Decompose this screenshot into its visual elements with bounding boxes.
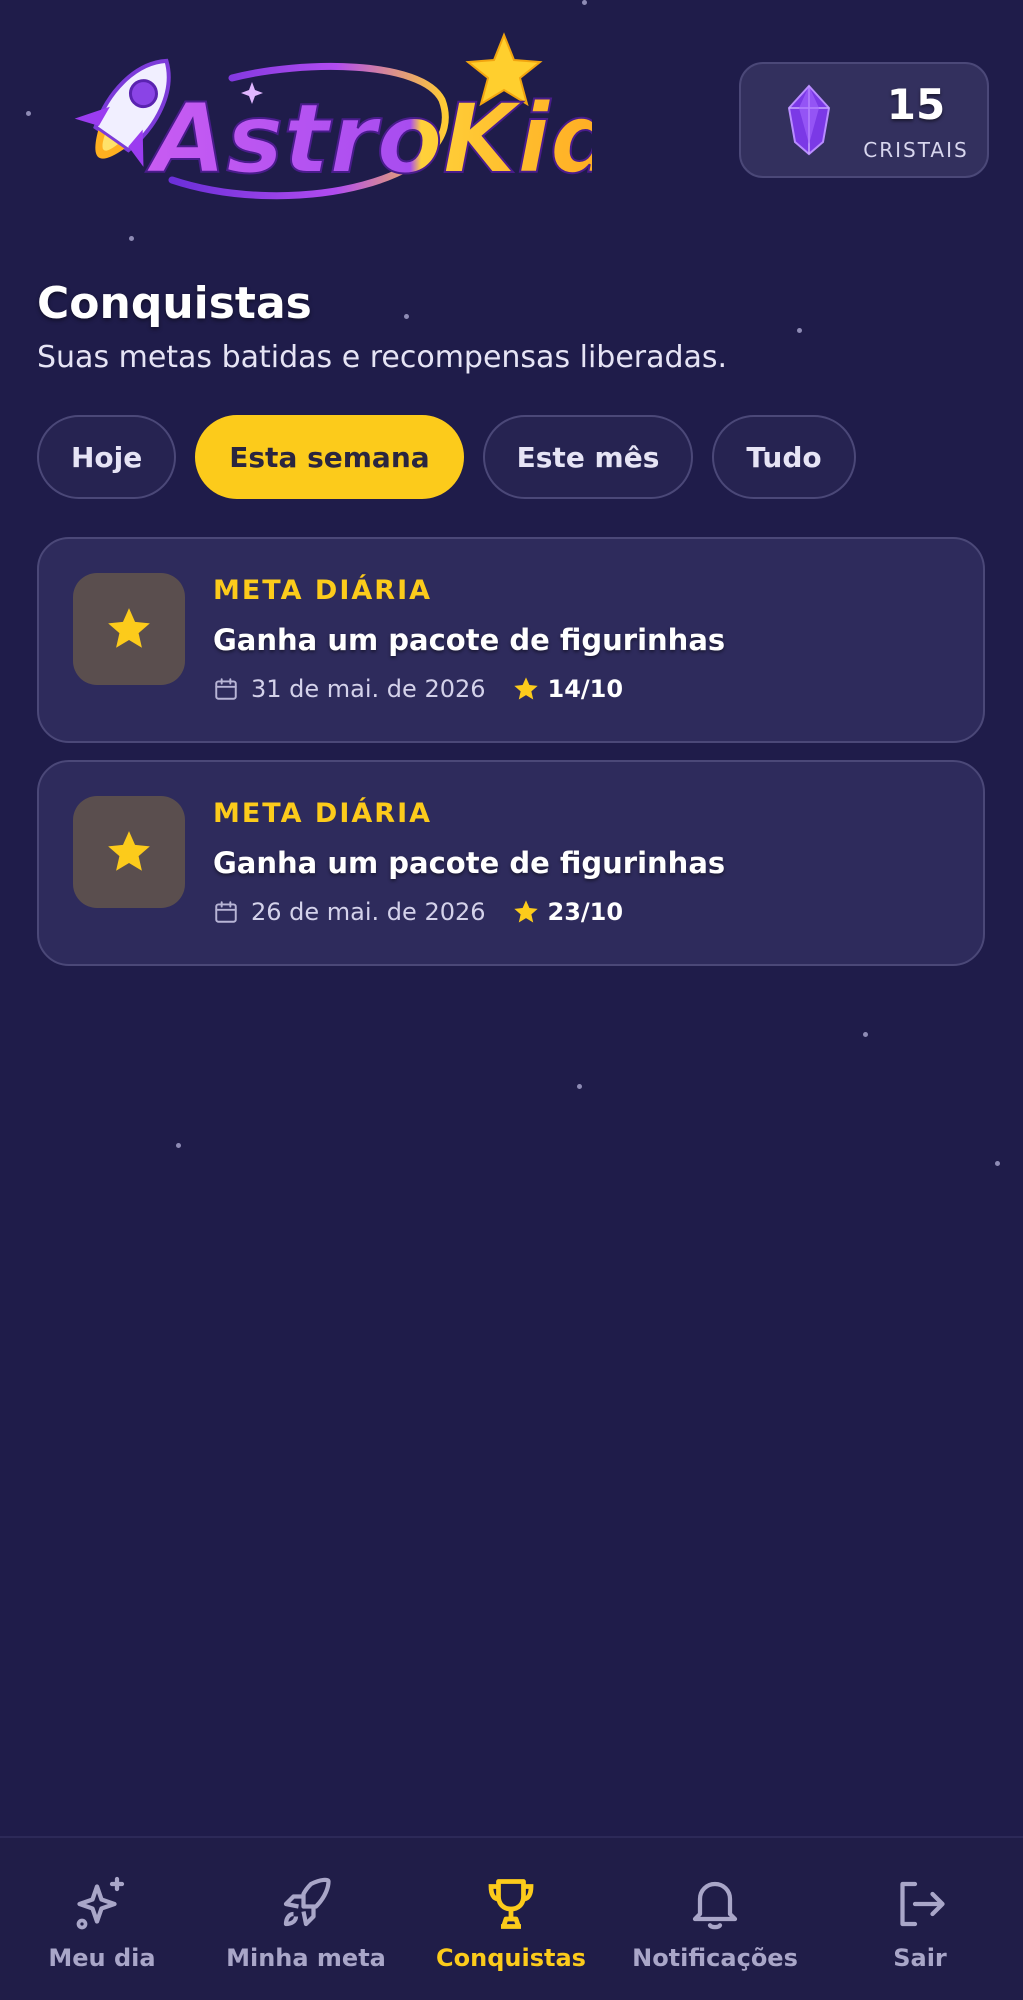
achievement-kind: META DIÁRIA — [213, 575, 433, 606]
achievement-score: 14/10 — [547, 675, 624, 703]
nav-label: Conquistas — [436, 1944, 586, 1972]
background-star — [582, 0, 587, 5]
crystal-count: 15 — [886, 80, 946, 129]
background-star — [129, 236, 134, 241]
star-icon — [513, 900, 538, 923]
achievement-date: 31 de mai. de 2026 — [251, 675, 486, 703]
achievement-date: 26 de mai. de 2026 — [251, 898, 486, 926]
background-star — [577, 1084, 582, 1089]
background-star — [404, 314, 409, 319]
background-star — [863, 1032, 868, 1037]
logo-graphic: AstroKids — [74, 32, 677, 200]
background-star — [797, 328, 802, 333]
nav-label: Notificações — [632, 1944, 798, 1972]
star-icon — [108, 831, 150, 871]
background-star — [26, 111, 31, 116]
sparkles-icon — [76, 1876, 125, 1930]
achievement-meta: 31 de mai. de 2026 14/10 — [213, 675, 623, 703]
nav-item-meu-dia[interactable]: Meu dia — [0, 1838, 204, 2000]
achievement-kind: META DIÁRIA — [213, 798, 433, 829]
trophy-icon — [488, 1879, 534, 1929]
calendar-icon — [215, 901, 237, 923]
achievement-title: Ganha um pacote de figurinhas — [213, 846, 726, 880]
achievement-badge — [73, 796, 185, 908]
crystal-icon — [787, 84, 831, 156]
achievement-meta: 26 de mai. de 2026 23/10 — [213, 898, 623, 926]
page-subtitle: Suas metas batidas e recompensas liberad… — [37, 340, 728, 375]
achievement-score: 23/10 — [547, 898, 624, 926]
rocket-icon — [283, 1877, 331, 1927]
page-title: Conquistas — [37, 278, 312, 329]
filter-today[interactable]: Hoje — [37, 415, 177, 499]
logo-wordmark: AstroKids — [145, 83, 592, 195]
achievement-card[interactable]: META DIÁRIA Ganha um pacote de figurinha… — [37, 537, 985, 743]
background-star — [176, 1143, 181, 1148]
nav-label: Meu dia — [48, 1944, 156, 1972]
crystal-counter[interactable]: 15 CRISTAIS — [739, 62, 989, 178]
achievement-badge — [73, 573, 185, 685]
logout-icon — [900, 1881, 945, 1927]
calendar-icon — [215, 678, 237, 700]
bottom-nav: Meu dia Minha meta Conquistas Notificaçõ… — [0, 1836, 1023, 2000]
star-icon — [108, 608, 150, 648]
bell-icon — [692, 1881, 738, 1930]
star-icon — [513, 677, 538, 700]
nav-label: Sair — [893, 1944, 947, 1972]
background-star — [995, 1161, 1000, 1166]
nav-label: Minha meta — [226, 1944, 386, 1972]
nav-item-notificacoes[interactable]: Notificações — [613, 1838, 817, 2000]
astrokids-logo: AstroKids — [52, 30, 677, 210]
achievement-card[interactable]: META DIÁRIA Ganha um pacote de figurinha… — [37, 760, 985, 966]
nav-item-minha-meta[interactable]: Minha meta — [204, 1838, 408, 2000]
nav-item-sair[interactable]: Sair — [818, 1838, 1022, 2000]
filter-all[interactable]: Tudo — [712, 415, 856, 499]
period-filters: Hoje Esta semana Este mês Tudo — [37, 415, 856, 499]
filter-this-month[interactable]: Este mês — [482, 415, 694, 499]
filter-this-week[interactable]: Esta semana — [195, 415, 464, 499]
crystal-label: CRISTAIS — [863, 138, 969, 162]
nav-item-conquistas[interactable]: Conquistas — [409, 1838, 613, 2000]
achievement-title: Ganha um pacote de figurinhas — [213, 623, 726, 657]
